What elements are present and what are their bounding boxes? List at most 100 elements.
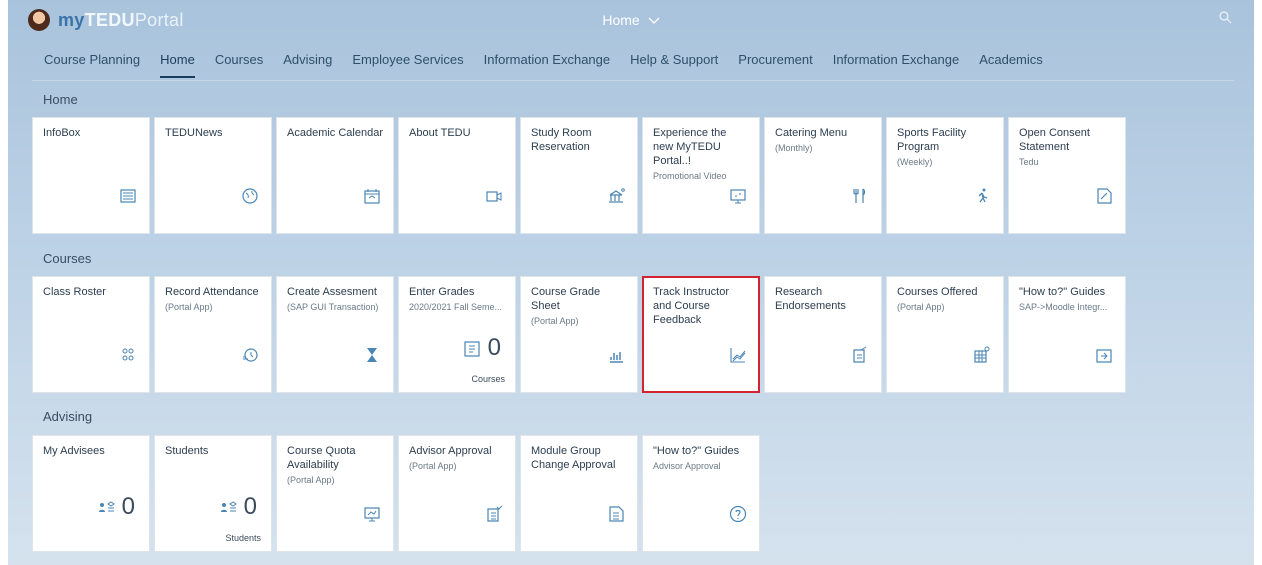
tile-how-to-guides[interactable]: "How to?" Guides SAP->Moodle Integr... [1008, 276, 1126, 393]
shell-title[interactable]: Home [8, 12, 1254, 28]
tile-subtitle: (Portal App) [897, 302, 945, 312]
tile-title: Students [165, 445, 209, 457]
tile-open-consent-statement[interactable]: Open Consent Statement Tedu [1008, 117, 1126, 234]
tile-title: "How to?" Guides [653, 445, 740, 457]
grade-sheet-icon [463, 340, 481, 358]
tile-title: Study Room Reservation [531, 127, 592, 153]
tile-footer: Students [225, 533, 261, 543]
tile-title: TEDUNews [165, 127, 223, 139]
tile-title: Research Endorsements [775, 286, 846, 312]
students-icon [97, 499, 115, 517]
tab-course-planning[interactable]: Course Planning [44, 52, 140, 78]
tile-number: 0 [487, 334, 501, 361]
monitor-chart-icon [363, 505, 381, 523]
tile-title: Course Quota Availability [287, 445, 356, 471]
tile-course-grade-sheet[interactable]: Course Grade Sheet (Portal App) [520, 276, 638, 393]
shell-title-text: Home [602, 12, 640, 28]
tab-information-exchange[interactable]: Information Exchange [484, 52, 610, 78]
cutlery-icon [851, 187, 869, 205]
tile-sports-facility-program[interactable]: Sports Facility Program (Weekly) [886, 117, 1004, 234]
tile-subtitle: Advisor Approval [653, 461, 721, 471]
tab-employee-services[interactable]: Employee Services [352, 52, 463, 78]
tile-title: Sports Facility Program [897, 127, 967, 153]
document-list-icon [607, 505, 625, 523]
tile-row-courses: Class Roster Record Attendance (Portal App… [32, 276, 1126, 393]
tile-study-room-reservation[interactable]: Study Room Reservation [520, 117, 638, 234]
tabs-divider [32, 80, 1234, 81]
tab-information-exchange[interactable]: Information Exchange [833, 52, 959, 78]
tile-record-attendance[interactable]: Record Attendance (Portal App) [154, 276, 272, 393]
tile-track-instructor-and-course-feedback[interactable]: Track Instructor and Course Feedback [642, 276, 760, 393]
tile-subtitle: (SAP GUI Transaction) [287, 302, 379, 312]
students-icon [219, 499, 237, 517]
tile-infobox[interactable]: InfoBox [32, 117, 150, 234]
tile-title: Courses Offered [897, 286, 978, 298]
tile-about-tedu[interactable]: About TEDU [398, 117, 516, 234]
approval-doc-icon [485, 505, 503, 523]
bar-chart-icon [607, 346, 625, 364]
shell-bar: myTEDUPortal Home [8, 0, 1254, 40]
portal-frame: myTEDUPortal Home Course Planning Home Cou… [8, 0, 1254, 565]
tab-courses[interactable]: Courses [215, 52, 263, 78]
tile-course-quota-availability[interactable]: Course Quota Availability (Portal App) [276, 435, 394, 552]
tile-title: InfoBox [43, 127, 81, 139]
tile-title: Module Group Change Approval [531, 445, 616, 471]
tab-procurement[interactable]: Procurement [738, 52, 812, 78]
tile-title: Create Assesment [287, 286, 377, 298]
question-icon [729, 505, 747, 523]
section-title-home: Home [43, 92, 78, 107]
calendar-icon [363, 187, 381, 205]
section-title-courses: Courses [43, 251, 92, 266]
tile-footer: Courses [471, 374, 505, 384]
presentation-icon [729, 187, 747, 205]
tile-title: About TEDU [409, 127, 471, 139]
tab-help-support[interactable]: Help & Support [630, 52, 718, 78]
tile-title: Class Roster [43, 286, 106, 298]
tile-title: My Advisees [43, 445, 105, 457]
export-icon [1095, 346, 1113, 364]
tile-subtitle: 2020/2021 Fall Seme... [409, 302, 503, 312]
tile-subtitle: (Portal App) [287, 475, 335, 485]
newspaper-icon [119, 187, 137, 205]
tile-subtitle: (Portal App) [165, 302, 213, 312]
hourglass-icon [363, 346, 381, 364]
building-icon [607, 187, 625, 205]
edit-document-icon [1095, 187, 1113, 205]
tile-experience-the-new-mytedu-portal[interactable]: Experience the new MyTEDU Portal..! Promo… [642, 117, 760, 234]
tab-home[interactable]: Home [160, 52, 195, 78]
tile-advisor-approval[interactable]: Advisor Approval (Portal App) [398, 435, 516, 552]
search-icon[interactable] [1218, 10, 1236, 28]
tile-title: "How to?" Guides [1019, 286, 1106, 298]
tile-my-advisees[interactable]: My Advisees 0 [32, 435, 150, 552]
tile-catering-menu[interactable]: Catering Menu (Monthly) [764, 117, 882, 234]
tile-title: Experience the new MyTEDU Portal..! [653, 127, 727, 167]
tab-advising[interactable]: Advising [283, 52, 332, 78]
tile-title: Track Instructor and Course Feedback [653, 286, 729, 326]
tile-row-home: InfoBox TEDUNews Academic Calendar About TE… [32, 117, 1126, 234]
video-icon [485, 187, 503, 205]
tile-title: Course Grade Sheet [531, 286, 601, 312]
tab-academics[interactable]: Academics [979, 52, 1043, 78]
tile-academic-calendar[interactable]: Academic Calendar [276, 117, 394, 234]
history-icon [241, 346, 259, 364]
tile-courses-offered[interactable]: Courses Offered (Portal App) [886, 276, 1004, 393]
tile-title: Catering Menu [775, 127, 848, 139]
chevron-down-icon [648, 12, 660, 28]
tile-subtitle: Promotional Video [653, 171, 727, 181]
tile-tedunews[interactable]: TEDUNews [154, 117, 272, 234]
table-search-icon [973, 346, 991, 364]
tile-subtitle: (Weekly) [897, 157, 933, 167]
tile-enter-grades[interactable]: Enter Grades 2020/2021 Fall Seme... 0 Cours… [398, 276, 516, 393]
tile-subtitle: SAP->Moodle Integr... [1019, 302, 1108, 312]
tile-students[interactable]: Students 0 Students [154, 435, 272, 552]
tile-create-assesment[interactable]: Create Assesment (SAP GUI Transaction) [276, 276, 394, 393]
tile-subtitle: (Monthly) [775, 143, 813, 153]
tile-number: 0 [243, 493, 257, 520]
document-sign-icon [851, 346, 869, 364]
tile-how-to-guides[interactable]: "How to?" Guides Advisor Approval [642, 435, 760, 552]
tile-class-roster[interactable]: Class Roster [32, 276, 150, 393]
globe-icon [241, 187, 259, 205]
tile-module-group-change-approval[interactable]: Module Group Change Approval [520, 435, 638, 552]
section-title-advising: Advising [43, 409, 93, 424]
tile-research-endorsements[interactable]: Research Endorsements [764, 276, 882, 393]
